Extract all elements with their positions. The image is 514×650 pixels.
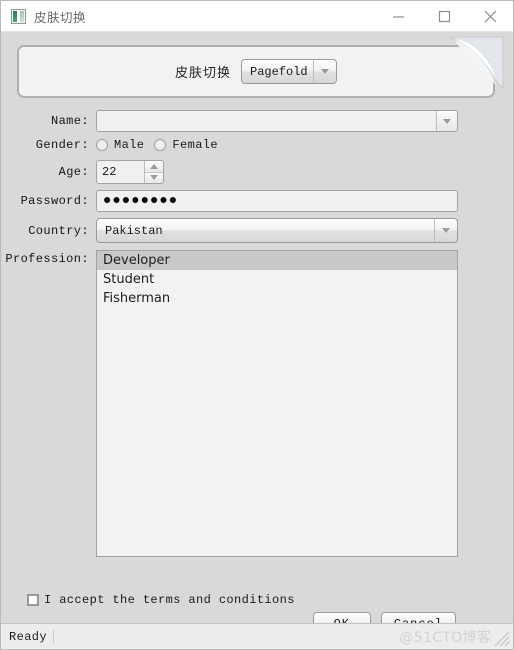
age-label: Age: <box>58 165 89 179</box>
status-message: Ready <box>1 629 55 644</box>
accept-terms-label: I accept the terms and conditions <box>44 593 295 607</box>
name-combo[interactable] <box>96 110 458 132</box>
row-country: Country: Pakistan <box>1 218 514 243</box>
age-spinner[interactable]: 22 <box>96 160 164 184</box>
skin-select[interactable]: Pagefold <box>241 59 337 84</box>
watermark: @51CTO博客 <box>399 629 491 646</box>
window-title: 皮肤切换 <box>34 9 87 25</box>
close-icon <box>483 9 498 24</box>
chevron-up-icon <box>150 163 158 169</box>
skin-select-value: Pagefold <box>250 64 308 79</box>
app-window-icon <box>11 8 26 24</box>
row-password: Password: ●●●●●●●● <box>1 190 514 212</box>
name-dropdown-button[interactable] <box>436 111 457 131</box>
list-item[interactable]: Fisherman <box>97 289 457 308</box>
password-masked-value: ●●●●●●●● <box>103 193 179 209</box>
profession-label: Profession: <box>5 252 89 266</box>
gender-label: Gender: <box>35 138 89 152</box>
gender-radio-female[interactable] <box>154 139 167 151</box>
maximize-icon <box>438 10 451 23</box>
maximize-button[interactable] <box>421 1 467 32</box>
chevron-down-icon <box>313 60 336 83</box>
row-gender: Gender: Male Female <box>1 138 514 152</box>
accept-terms-checkbox[interactable] <box>27 594 39 606</box>
skin-switch-label: 皮肤切换 <box>174 66 231 81</box>
profession-listbox[interactable]: Developer Student Fisherman <box>96 250 458 557</box>
dialog-body: 皮肤切换 Pagefold Name: Gender: Male Female … <box>1 32 514 635</box>
row-age: Age: 22 <box>1 160 514 184</box>
password-input[interactable]: ●●●●●●●● <box>96 190 458 212</box>
country-label: Country: <box>28 223 89 238</box>
skin-switch-panel: 皮肤切换 Pagefold <box>17 45 495 98</box>
row-name: Name: <box>1 110 514 132</box>
titlebar: 皮肤切换 <box>1 1 513 32</box>
age-increment-button[interactable] <box>145 161 163 173</box>
name-label: Name: <box>50 114 89 128</box>
statusbar: Ready @51CTO博客 <box>1 623 513 649</box>
minimize-icon <box>392 10 405 23</box>
name-input[interactable] <box>97 111 436 131</box>
password-label: Password: <box>20 194 89 208</box>
country-select[interactable]: Pakistan <box>96 218 458 243</box>
age-value[interactable]: 22 <box>97 161 144 183</box>
accept-terms-row: I accept the terms and conditions <box>27 593 295 607</box>
skin-panel-wrapper: 皮肤切换 Pagefold <box>17 36 504 98</box>
row-profession: Profession: Developer Student Fisherman <box>1 250 514 557</box>
chevron-down-icon <box>443 118 451 124</box>
form: Name: Gender: Male Female Age: 22 Passwo… <box>1 110 514 563</box>
list-item[interactable]: Developer <box>97 251 457 270</box>
gender-female-label: Female <box>172 138 219 152</box>
app-window: 皮肤切换 皮肤切换 Pagefold Name: Gender: Male Fe… <box>0 0 514 650</box>
resize-grip-icon[interactable] <box>493 630 511 648</box>
list-item[interactable]: Student <box>97 270 457 289</box>
close-button[interactable] <box>467 1 513 32</box>
gender-male-label: Male <box>114 138 145 152</box>
chevron-down-icon <box>434 219 457 242</box>
gender-radio-male[interactable] <box>96 139 108 151</box>
country-select-value: Pakistan <box>105 223 163 238</box>
age-decrement-button[interactable] <box>145 172 163 183</box>
window-controls <box>375 1 513 32</box>
chevron-down-icon <box>150 175 158 181</box>
minimize-button[interactable] <box>375 1 421 32</box>
